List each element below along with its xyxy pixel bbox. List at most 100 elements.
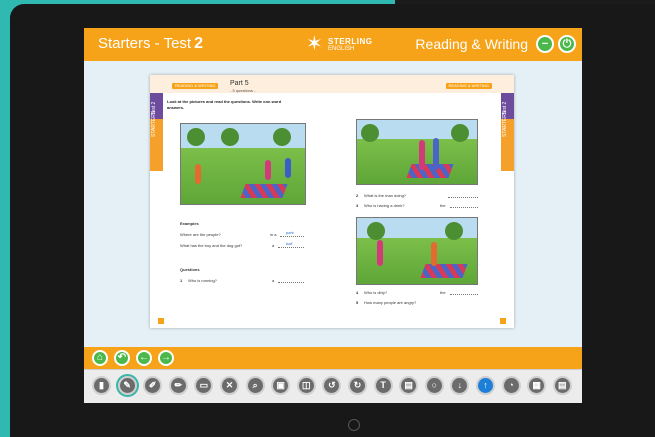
park-picture-top-right [356, 119, 478, 185]
undo-tool-button[interactable]: ↺ [322, 376, 342, 395]
park-picture-left [180, 123, 306, 205]
minus-icon: − [541, 38, 549, 50]
download-icon: ↓ [457, 380, 463, 390]
tree [221, 128, 239, 146]
undo-arrow-button[interactable]: ↶ [114, 350, 130, 366]
book-tool-button[interactable]: ▮ [92, 376, 111, 395]
answer-line [280, 236, 304, 237]
answer-field-2[interactable] [448, 197, 478, 198]
idea-icon: ○ [431, 380, 438, 390]
tool-bar: ▮ ✎ ✐ ✏ ▭ ✕ ⌕ ▣ ◫ ↺ ↻ T ▤ ○ ↓ ↑ ◔ ▦ ▤ [84, 369, 582, 403]
page-number-right [500, 318, 506, 324]
tree [451, 124, 469, 142]
answer-3-prefix: the [440, 203, 446, 208]
example-answer-2-prefix: a [272, 243, 275, 248]
undo-arrow-icon: ↶ [117, 352, 127, 363]
test-number: 2 [194, 35, 203, 52]
keyboard-tool-button[interactable]: ▦ [527, 376, 547, 395]
side-tab-right-label: STARTERS [502, 110, 508, 137]
text-tool-tool-button[interactable]: T [373, 376, 393, 395]
download-tool-button[interactable]: ↓ [450, 376, 470, 395]
zoom-tool-button[interactable]: ⌕ [245, 376, 265, 395]
navigation-bar: ⌂ ↶ ← → [84, 347, 582, 369]
answer-field-1[interactable] [278, 282, 304, 283]
question-5: How many people are angry? [364, 300, 417, 305]
marker-icon: ✏ [174, 380, 183, 390]
tree [273, 128, 291, 146]
picnic-rug [240, 184, 288, 198]
pen-icon: ✎ [123, 380, 131, 390]
answer-1-prefix: a [272, 278, 275, 283]
double-page-icon: ◫ [302, 380, 311, 390]
park-picture-bottom-right [356, 217, 478, 285]
minimize-button[interactable]: − [536, 35, 554, 53]
logo-star-icon: ✶ [306, 33, 323, 55]
pencil-tool-button[interactable]: ✐ [143, 376, 163, 395]
arrow-right-icon: → [161, 352, 171, 363]
child-figure [431, 242, 437, 266]
upload-tool-button[interactable]: ↑ [476, 376, 495, 395]
questions-heading: Questions [180, 267, 200, 272]
arrow-left-button[interactable]: ← [136, 350, 152, 366]
arrow-left-icon: ← [139, 352, 149, 363]
power-button[interactable]: ⏻ [558, 35, 576, 53]
side-tab-left: Test 2 STARTERS [150, 93, 163, 171]
double-page-tool-button[interactable]: ◫ [296, 376, 316, 395]
tree [361, 124, 379, 142]
home-sensor-icon [348, 419, 360, 431]
adult-figure [377, 240, 383, 266]
example-answer-2: ball [286, 241, 293, 246]
question-number-5: 5 [356, 300, 359, 305]
single-page-icon: ▣ [276, 380, 285, 390]
text-tool-icon: T [380, 380, 386, 390]
notes-tool-button[interactable]: ▤ [399, 376, 419, 395]
home-icon: ⌂ [96, 352, 104, 363]
question-2: What is the man doing? [364, 193, 407, 198]
home-button[interactable]: ⌂ [92, 350, 108, 366]
page-number-left [158, 318, 164, 324]
example-question-2: What has the boy and the dog got? [180, 243, 243, 248]
keyboard-icon: ▦ [532, 380, 541, 390]
idea-tool-button[interactable]: ○ [424, 376, 444, 395]
answer-line [278, 247, 304, 248]
timer-tool-button[interactable]: ◔ [501, 376, 521, 395]
question-number-3: 3 [356, 203, 359, 208]
timer-icon: ◔ [508, 380, 514, 390]
redo-tool-button[interactable]: ↻ [348, 376, 367, 395]
marker-tool-button[interactable]: ✏ [168, 376, 188, 395]
tag-right: READING & WRITING [445, 83, 492, 89]
single-page-tool-button[interactable]: ▣ [271, 376, 291, 395]
print-icon: ▤ [558, 380, 567, 390]
example-answer-1: park [286, 230, 294, 235]
print-tool-button[interactable]: ▤ [552, 376, 572, 395]
redo-icon: ↻ [353, 380, 362, 390]
question-1: Who is running? [188, 278, 217, 283]
answer-field-4[interactable] [450, 294, 478, 295]
close-tool-button[interactable]: ✕ [220, 376, 239, 395]
tree [445, 222, 463, 240]
child-figure [265, 160, 271, 180]
top-header: Starters - Test 2 ✶ STERLING ENGLISH Read… [84, 28, 582, 61]
workbook-spread: READING & WRITING READING & WRITING Part… [150, 75, 514, 328]
part-subtitle: - 5 questions - [230, 88, 256, 93]
tree [187, 128, 205, 146]
adult-figure [433, 138, 439, 170]
question-number-4: 4 [356, 290, 359, 295]
tag-left: READING & WRITING [172, 83, 219, 89]
eraser-tool-button[interactable]: ▭ [194, 376, 214, 395]
instructions: Look at the pictures and read the questi… [167, 99, 282, 110]
pen-tool-button[interactable]: ✎ [117, 376, 137, 395]
question-number-1: 1 [180, 278, 183, 283]
eraser-icon: ▭ [199, 380, 209, 390]
examples-heading: Examples [180, 221, 199, 226]
test-label: Starters - Test [98, 35, 192, 52]
arrow-right-button[interactable]: → [158, 350, 174, 366]
app-screen: Starters - Test 2 ✶ STERLING ENGLISH Read… [84, 28, 582, 403]
test-title: Starters - Test 2 [98, 35, 203, 53]
zoom-icon: ⌕ [252, 380, 258, 390]
answer-field-3[interactable] [450, 207, 478, 208]
page-viewer[interactable]: READING & WRITING READING & WRITING Part… [84, 61, 582, 347]
sterling-logo: ✶ STERLING ENGLISH [306, 33, 372, 57]
app-stage: Starters - Test 2 ✶ STERLING ENGLISH Read… [0, 0, 655, 437]
pencil-icon: ✐ [148, 380, 157, 390]
